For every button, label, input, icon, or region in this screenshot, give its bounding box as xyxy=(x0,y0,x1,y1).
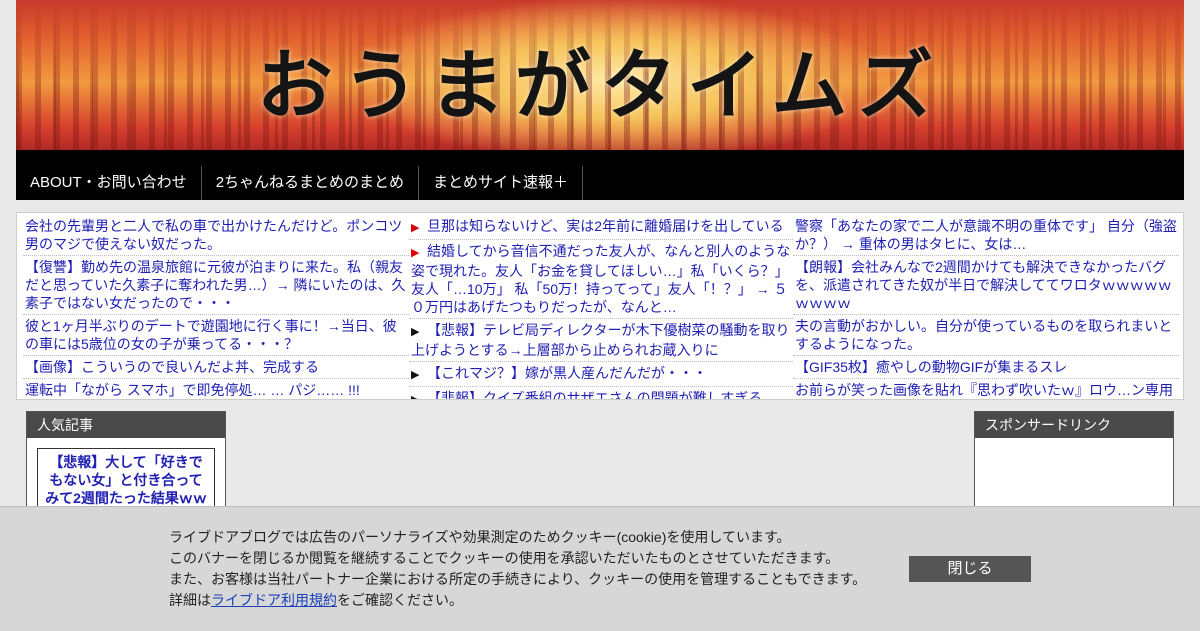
cookie-line: このバナーを閉じるか閲覧を継続することでクッキーの使用を承認いただいたものとさせ… xyxy=(169,550,840,566)
sponsored-links-header: スポンサードリンク xyxy=(975,412,1173,438)
play-arrow-icon: ▶ xyxy=(411,247,420,259)
feed-link[interactable]: 運転中「ながら スマホ」で即免停処… … パジ…… !!! xyxy=(23,379,409,399)
play-arrow-icon: ▶ xyxy=(411,394,420,400)
feed-column-2: ▶ 旦那は知らないけど、実は2年前に離婚届けを出している ▶ 結婚してから音信不通だ… xyxy=(409,215,793,400)
feed-link[interactable]: 彼と1ヶ月半ぶりのデートで遊園地に行く事に！→当日、彼の車には5歳位の女の子が乗… xyxy=(23,315,409,356)
feed-link[interactable]: ▶ 【悲報】テレビ局ディレクターが木下優樹菜の騒動を取り上げようとする→上層部から… xyxy=(409,319,793,362)
feed-link[interactable]: 警察「あなたの家で二人が意識不明の重体です」 自分（強盗か？） → 重体の男はタ… xyxy=(793,215,1179,256)
feed-link[interactable]: ▶ 旦那は知らないけど、実は2年前に離婚届けを出している xyxy=(409,215,793,240)
cookie-consent-text: ライブドアブログでは広告のパーソナライズや効果測定のためクッキー(cookie)… xyxy=(169,527,866,611)
cookie-consent-banner: ライブドアブログでは広告のパーソナライズや効果測定のためクッキー(cookie)… xyxy=(0,506,1200,631)
play-arrow-icon: ▶ xyxy=(411,369,420,381)
feed-link[interactable]: お前らが笑った画像を貼れ『思わず吹いたｗ』ロウ…ン専用 xyxy=(793,379,1179,399)
feed-link[interactable]: 【朗報】会社みんなで2週間かけても解決できなかったバグを、派遣されてきた奴が半日… xyxy=(793,256,1179,315)
terms-link[interactable]: ライブドア利用規約 xyxy=(211,592,337,608)
feed-link[interactable]: ▶ 【悲報】クイズ番組のサザエさんの問題が難しすぎる…… xyxy=(409,387,793,400)
feed-link[interactable]: 【復讐】勤め先の温泉旅館に元彼が泊まりに来た。私（親友だと思っていた久素子に奪わ… xyxy=(23,256,409,315)
cookie-line: また、お客様は当社パートナー企業における所定の手続きにより、クッキーの使用を管理… xyxy=(169,571,867,587)
feed-link[interactable]: ▶ 結婚してから音信不通だった友人が、なんと別人のような姿で現れた。友人「お金を貸… xyxy=(409,240,793,319)
popular-articles-header: 人気記事 xyxy=(27,412,225,438)
site-header-banner[interactable]: おうまがタイムズ xyxy=(16,0,1184,150)
feed-link[interactable]: ▶ 【これマジ？】嫁が黒人産んだんだが・・・ xyxy=(409,362,793,387)
nav-item-about[interactable]: ABOUT・お問い合わせ xyxy=(16,166,202,200)
global-nav: ABOUT・お問い合わせ 2ちゃんねるまとめのまとめ まとめサイト速報＋ xyxy=(16,150,1184,200)
feed-column-3: 警察「あなたの家で二人が意識不明の重体です」 自分（強盗か？） → 重体の男はタ… xyxy=(793,215,1179,399)
feed-link[interactable]: 【画像】こういうので良いんだよ丼、完成する xyxy=(23,356,409,379)
play-arrow-icon: ▶ xyxy=(411,326,420,338)
feed-link[interactable]: 【GIF35枚】癒やしの動物GIFが集まるスレ xyxy=(793,356,1179,379)
headline-feed: 会社の先輩男と二人で私の車で出かけたんだけど。ポンコツ男のマジで使えない奴だった… xyxy=(16,212,1184,400)
cookie-close-button[interactable]: 閉じる xyxy=(909,556,1031,582)
feed-link[interactable]: 夫の言動がおかしい。自分が使っているものを取られまいとするようになった。 xyxy=(793,315,1179,356)
cookie-line: ライブドアブログでは広告のパーソナライズや効果測定のためクッキー(cookie)… xyxy=(169,529,791,545)
play-arrow-icon: ▶ xyxy=(411,222,420,234)
nav-item-matome-sokuho[interactable]: まとめサイト速報＋ xyxy=(419,166,584,200)
site-title[interactable]: おうまがタイムズ xyxy=(16,24,1184,134)
feed-link[interactable]: 会社の先輩男と二人で私の車で出かけたんだけど。ポンコツ男のマジで使えない奴だった… xyxy=(23,215,409,256)
feed-column-1: 会社の先輩男と二人で私の車で出かけたんだけど。ポンコツ男のマジで使えない奴だった… xyxy=(23,215,409,399)
nav-item-2ch-matome[interactable]: 2ちゃんねるまとめのまとめ xyxy=(202,166,420,200)
cookie-line: 詳細はライブドア利用規約をご確認ください。 xyxy=(169,592,463,608)
